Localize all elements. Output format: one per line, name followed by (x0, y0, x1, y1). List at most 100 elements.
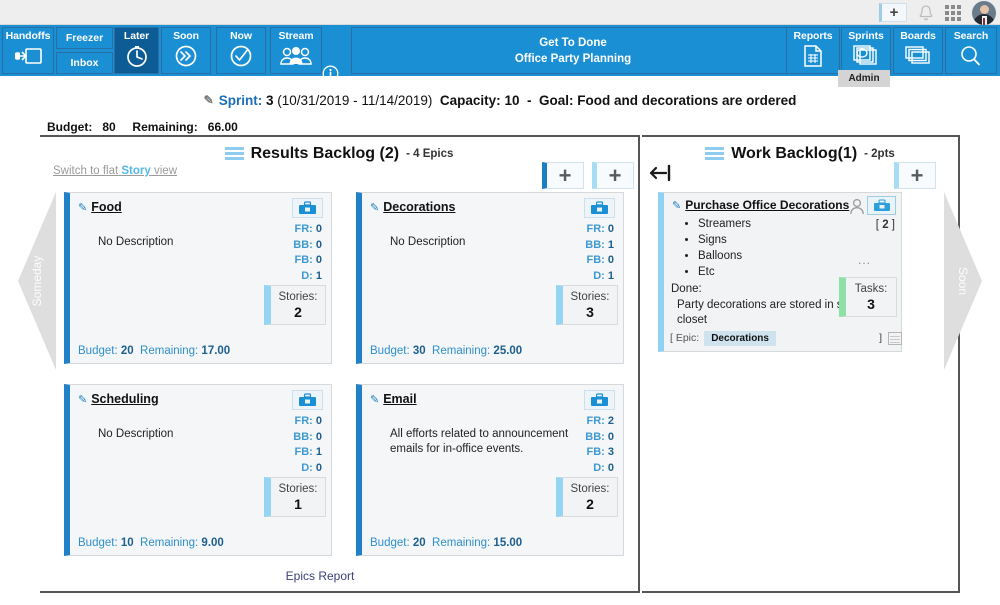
epic-stories-badge[interactable]: Stories: 2 (264, 285, 326, 325)
switch-to-story-view-link[interactable]: Switch to flat Story view (53, 165, 177, 177)
nav-tile-inbox[interactable]: Inbox (56, 52, 113, 74)
nav-tile-freezer[interactable]: Freezer (56, 27, 113, 49)
soon-wedge[interactable]: Soon (944, 192, 982, 370)
list-item: Balloons (698, 248, 751, 264)
nav-tile-reports[interactable]: Reports (786, 27, 840, 74)
check-icon (217, 42, 265, 70)
story-title-row: ✎ Purchase Office Decorations (672, 198, 849, 212)
epic-chip[interactable]: Decorations (704, 330, 776, 346)
epic-card[interactable]: ✎ Decorations No Description FR: 0 BB: 1… (356, 192, 624, 364)
epic-metric-d: D: 0 (301, 461, 322, 474)
chrome-actions: + (879, 0, 996, 25)
epic-card[interactable]: ✎ Food No Description FR: 0 BB: 0 FB: 0 … (64, 192, 332, 364)
calendar-icon[interactable] (888, 331, 902, 345)
story-overflow-ellipsis[interactable]: ... (858, 253, 871, 267)
switch-link-post: view (150, 165, 177, 177)
nav-tile-boards[interactable]: Boards (893, 27, 943, 74)
epic-metric-bb: BB: 0 (293, 430, 322, 443)
pencil-icon[interactable]: ✎ (78, 393, 87, 406)
switch-link-pre: Switch to flat (53, 165, 122, 177)
nav-tile-sprints[interactable]: Sprints (841, 27, 891, 74)
epic-metrics: FR: 0 BB: 0 FB: 0 D: 1 (293, 222, 322, 284)
arrow-to-bar-icon[interactable] (648, 163, 674, 187)
toolbox-icon[interactable] (867, 196, 896, 215)
tasks-value: 3 (867, 296, 875, 312)
nav-label-inbox: Inbox (70, 57, 99, 69)
epic-metrics: FR: 0 BB: 0 FB: 1 D: 0 (293, 414, 322, 476)
epic-footer: Budget: 20 Remaining: 15.00 (370, 537, 523, 549)
grid-apps-icon[interactable] (945, 4, 961, 21)
story-tasks-badge[interactable]: Tasks: 3 (839, 277, 897, 317)
nav-tile-stream[interactable]: Stream (270, 27, 322, 74)
epic-title[interactable]: Food (91, 200, 122, 214)
epic-description: All efforts related to announcement emai… (390, 428, 569, 455)
toolbox-icon[interactable] (292, 198, 323, 218)
epic-open-bracket: [ Epic: (670, 332, 700, 344)
epic-title[interactable]: Scheduling (91, 392, 158, 406)
main-navigation-bar: Handoffs Freezer Inbox Later Soon Now St… (0, 25, 1000, 82)
epic-metric-d: D: 1 (593, 269, 614, 282)
toolbox-icon[interactable] (584, 390, 615, 410)
story-card[interactable]: ✎ Purchase Office Decorations [ 2 ] Stre… (658, 192, 902, 352)
info-icon[interactable] (322, 65, 339, 87)
sprint-summary-line: ✎ Sprint: 3 (10/31/2019 - 11/14/2019) Ca… (0, 88, 1000, 112)
story-title[interactable]: Purchase Office Decorations (685, 198, 849, 212)
someday-wedge[interactable]: Someday (18, 192, 56, 370)
epic-metric-fr: FR: 0 (586, 223, 614, 235)
add-story-button-left[interactable]: + (592, 162, 634, 189)
clock-icon (115, 42, 158, 70)
stories-label: Stories: (278, 483, 318, 495)
nav-stack-freezer-inbox: Freezer Inbox (56, 27, 113, 74)
story-done-label: Done: (671, 283, 702, 295)
add-story-button-right[interactable]: + (894, 162, 936, 189)
stories-value: 1 (294, 496, 302, 512)
epic-metrics: FR: 2 BB: 0 FB: 3 D: 0 (585, 414, 614, 476)
epic-metric-bb: BB: 0 (293, 238, 322, 251)
user-avatar[interactable] (972, 0, 996, 25)
nav-label-search: Search (953, 30, 989, 42)
pencil-icon[interactable]: ✎ (370, 393, 379, 406)
capacity-value: 10 (504, 92, 520, 108)
toolbox-icon[interactable] (584, 198, 615, 218)
epic-stories-badge[interactable]: Stories: 2 (556, 477, 618, 517)
stories-value: 3 (586, 304, 594, 320)
nav-tile-now[interactable]: Now (216, 27, 266, 74)
nav-tile-later[interactable]: Later (114, 27, 159, 74)
epics-report-link[interactable]: Epics Report (0, 569, 640, 583)
pencil-icon[interactable]: ✎ (78, 201, 87, 214)
epic-stories-badge[interactable]: Stories: 3 (556, 285, 618, 325)
epic-card[interactable]: ✎ Scheduling No Description FR: 0 BB: 0 … (64, 384, 332, 556)
bell-icon[interactable] (918, 4, 934, 22)
story-points: [ 2 ] (875, 219, 895, 231)
pencil-icon[interactable]: ✎ (370, 201, 379, 214)
someday-wedge-label: Someday (30, 255, 44, 307)
epic-title-row: ✎ Email (370, 392, 417, 406)
plus-icon[interactable]: + (879, 3, 907, 22)
tasks-label: Tasks: (854, 283, 888, 295)
nav-label-soon: Soon (173, 30, 199, 42)
nav-label-boards: Boards (900, 30, 936, 42)
brand-line-2: Office Party Planning (514, 52, 632, 65)
search-icon (946, 42, 996, 70)
toolbox-icon[interactable] (292, 390, 323, 410)
epic-title[interactable]: Email (383, 392, 416, 406)
stories-label: Stories: (570, 291, 610, 303)
person-icon[interactable] (849, 198, 865, 220)
nav-tile-search[interactable]: Search (945, 27, 997, 74)
nav-tile-handoffs[interactable]: Handoffs (2, 27, 54, 74)
hamburger-icon[interactable] (224, 147, 244, 160)
epic-card[interactable]: ✎ Email All efforts related to announcem… (356, 384, 624, 556)
epic-stories-badge[interactable]: Stories: 1 (264, 477, 326, 517)
sprints-icon (842, 42, 890, 70)
stories-value: 2 (586, 496, 594, 512)
hamburger-icon[interactable] (705, 147, 725, 160)
pencil-icon[interactable]: ✎ (672, 199, 681, 212)
list-item: Streamers (698, 216, 751, 232)
epic-metric-fb: FB: 0 (586, 254, 614, 266)
pencil-icon[interactable]: ✎ (204, 93, 214, 107)
story-epic-row: [ Epic: Decorations ] (670, 330, 902, 346)
epic-title[interactable]: Decorations (383, 200, 455, 214)
nav-tile-soon[interactable]: Soon (161, 27, 211, 74)
epic-footer: Budget: 10 Remaining: 9.00 (78, 537, 224, 549)
add-epic-button[interactable]: + (542, 162, 584, 189)
